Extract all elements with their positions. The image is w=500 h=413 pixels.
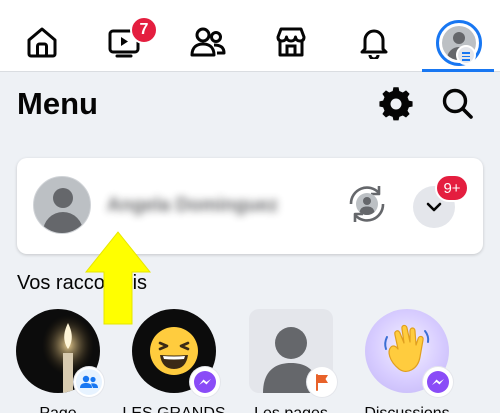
video-badge: 7 <box>130 16 158 44</box>
hamburger-icon <box>456 45 476 65</box>
switch-profile-button[interactable] <box>343 180 391 228</box>
search-icon <box>442 88 473 119</box>
flag-icon <box>316 374 328 391</box>
active-tab-indicator <box>422 69 494 72</box>
shortcut-item[interactable]: Les pages <box>249 309 337 413</box>
group-icon <box>76 369 102 395</box>
nav-home[interactable] <box>6 0 78 72</box>
page-title: Menu <box>17 86 98 121</box>
marketplace-icon <box>276 27 306 57</box>
shortcut-badge <box>74 367 104 397</box>
shortcut-label: Discussions <box>339 405 475 413</box>
friends-icon <box>190 27 226 57</box>
nav-friends[interactable] <box>172 0 244 72</box>
yellow-up-arrow <box>84 231 152 325</box>
top-navigation-bar: 7 <box>0 0 500 72</box>
home-icon <box>27 27 57 58</box>
gear-icon <box>379 87 413 121</box>
settings-button[interactable] <box>378 86 414 122</box>
search-button[interactable] <box>440 86 476 122</box>
switch-profile-icon <box>349 186 385 222</box>
chevron-down-icon <box>426 202 442 212</box>
nav-notifications[interactable] <box>338 0 410 72</box>
shortcut-item[interactable]: Discussions <box>364 309 453 413</box>
shortcut-badge <box>423 367 453 397</box>
profiles-badge: 9+ <box>435 174 469 202</box>
bell-icon <box>360 29 388 59</box>
shortcut-label: LES GRANDS <box>106 405 242 413</box>
profile-name[interactable]: Angela Dominguez <box>107 195 293 219</box>
nav-marketplace[interactable] <box>255 0 327 72</box>
shortcut-badge <box>307 367 337 397</box>
shortcut-badge <box>190 367 220 397</box>
messenger-icon <box>194 371 216 393</box>
messenger-icon <box>427 371 449 393</box>
avatar[interactable] <box>33 176 91 234</box>
